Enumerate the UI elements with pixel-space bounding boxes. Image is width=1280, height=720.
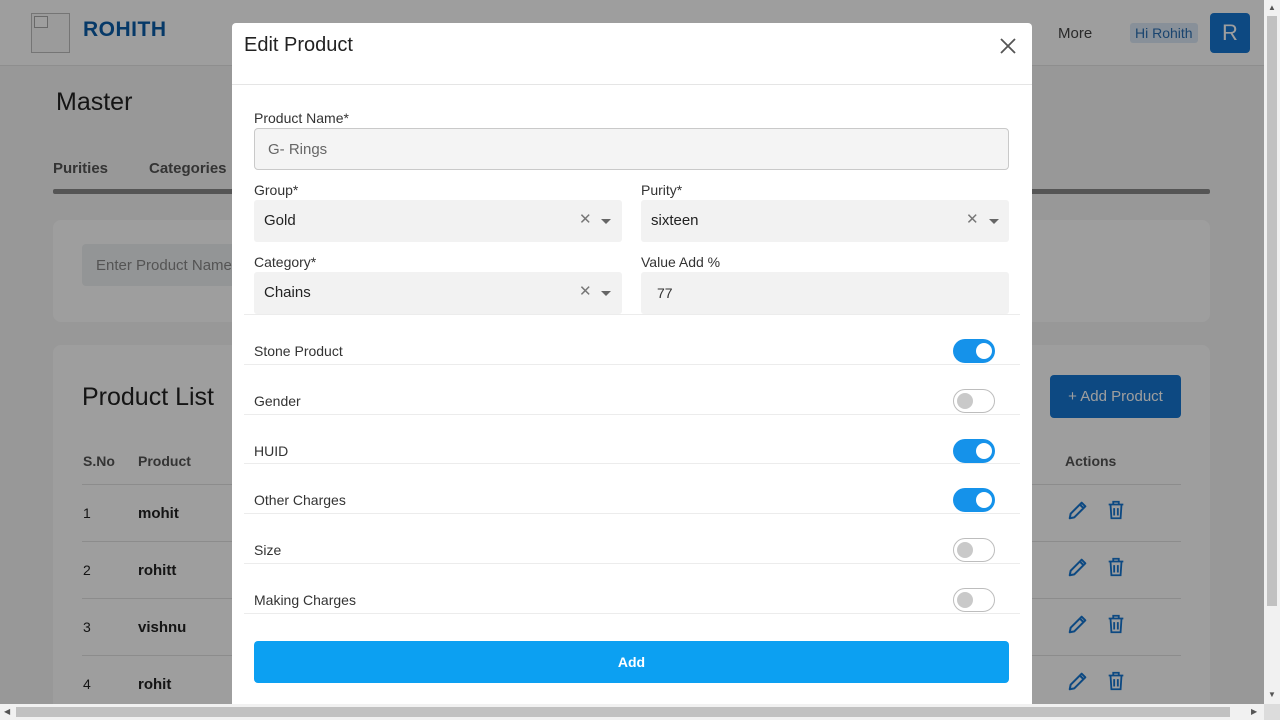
- scroll-down-icon[interactable]: ▼: [1268, 690, 1276, 699]
- vertical-scroll-thumb[interactable]: [1267, 16, 1277, 606]
- toggle-label: Making Charges: [254, 592, 356, 608]
- gender-toggle[interactable]: [953, 389, 995, 413]
- scrollbar-corner: [1264, 704, 1280, 720]
- toggle-knob: [957, 393, 973, 409]
- group-label: Group*: [254, 182, 299, 198]
- toggle-knob: [957, 592, 973, 608]
- toggle-row-other-charges: Other Charges: [244, 463, 1020, 513]
- vertical-scrollbar[interactable]: ▲ ▼: [1264, 0, 1280, 704]
- divider: [244, 613, 1020, 614]
- other-charges-toggle[interactable]: [953, 488, 995, 512]
- product-name-label: Product Name*: [254, 110, 349, 126]
- modal-title: Edit Product: [244, 34, 353, 56]
- size-toggle[interactable]: [953, 538, 995, 562]
- add-button[interactable]: Add: [254, 641, 1009, 683]
- toggle-label: Size: [254, 542, 282, 558]
- category-selected-value: Chains: [264, 284, 311, 301]
- toggle-label: Other Charges: [254, 492, 346, 508]
- toggle-row-huid: HUID: [244, 414, 1020, 464]
- scroll-up-icon[interactable]: ▲: [1268, 3, 1276, 12]
- toggle-knob: [976, 492, 992, 508]
- modal-header: Edit Product: [232, 23, 1032, 85]
- toggle-label: Stone Product: [254, 343, 343, 359]
- toggle-label: HUID: [254, 443, 289, 459]
- toggle-knob: [976, 443, 992, 459]
- close-icon[interactable]: [998, 36, 1018, 56]
- purity-selected-value: sixteen: [651, 212, 699, 229]
- category-select[interactable]: Chains ✕: [254, 272, 622, 314]
- clear-icon[interactable]: ✕: [966, 210, 979, 228]
- toggle-knob: [957, 542, 973, 558]
- making-charges-toggle[interactable]: [953, 588, 995, 612]
- horizontal-scrollbar[interactable]: ◀ ▶: [0, 704, 1264, 720]
- toggle-row-making-charges: Making Charges: [244, 563, 1020, 613]
- scroll-right-icon[interactable]: ▶: [1251, 707, 1257, 716]
- purity-select[interactable]: sixteen ✕: [641, 200, 1009, 242]
- product-name-field[interactable]: G- Rings: [254, 128, 1009, 170]
- group-select[interactable]: Gold ✕: [254, 200, 622, 242]
- clear-icon[interactable]: ✕: [579, 282, 592, 300]
- purity-label: Purity*: [641, 182, 683, 198]
- scroll-left-icon[interactable]: ◀: [4, 707, 10, 716]
- value-add-field[interactable]: 77: [641, 272, 1009, 314]
- chevron-down-icon[interactable]: [601, 291, 611, 296]
- toggle-row-size: Size: [244, 513, 1020, 563]
- edit-product-modal: Edit Product Product Name* G- Rings Grou…: [232, 23, 1032, 704]
- clear-icon[interactable]: ✕: [579, 210, 592, 228]
- category-label: Category*: [254, 254, 317, 270]
- toggle-row-stone-product: Stone Product: [244, 314, 1020, 364]
- chevron-down-icon[interactable]: [989, 219, 999, 224]
- huid-toggle[interactable]: [953, 439, 995, 463]
- toggle-row-gender: Gender: [244, 364, 1020, 414]
- chevron-down-icon[interactable]: [601, 219, 611, 224]
- stone-product-toggle[interactable]: [953, 339, 995, 363]
- horizontal-scroll-thumb[interactable]: [16, 707, 1230, 717]
- value-add-label: Value Add %: [641, 254, 721, 270]
- toggle-knob: [976, 343, 992, 359]
- group-selected-value: Gold: [264, 212, 296, 229]
- toggle-label: Gender: [254, 393, 301, 409]
